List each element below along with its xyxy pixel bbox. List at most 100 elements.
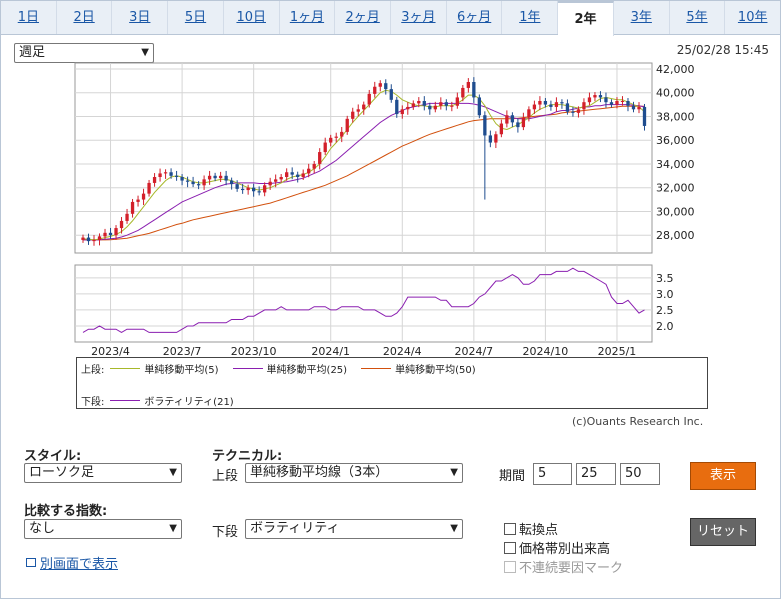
candle-body: [615, 101, 619, 105]
price-tick-label: 28,000: [656, 229, 695, 242]
candle-body: [268, 181, 272, 186]
volatility-tick-label: 2.0: [656, 320, 674, 333]
candle-body: [433, 105, 437, 110]
candle-body: [174, 175, 179, 177]
candle-body: [345, 118, 349, 132]
candle-body: [158, 173, 162, 177]
upper-technical-value: 単純移動平均線（3本）: [250, 465, 389, 480]
price-tick-label: 34,000: [656, 158, 695, 171]
copyright: (c)Ouants Research Inc.: [572, 415, 704, 428]
candle-body: [97, 236, 102, 240]
price-tick-label: 40,000: [656, 87, 695, 100]
candle-body: [301, 173, 305, 177]
candle-body: [538, 101, 542, 105]
legend-upper-row: 上段: 単純移動平均(5) 単純移動平均(25) 単純移動平均(50): [81, 361, 476, 376]
candle-body: [257, 191, 261, 193]
candle-body: [565, 103, 570, 112]
candle-body: [466, 82, 470, 88]
reset-button[interactable]: リセット: [690, 518, 756, 546]
candle-body: [604, 97, 608, 103]
candle-body: [119, 220, 124, 229]
candle-body: [103, 232, 107, 237]
legend-volatility-line: [110, 400, 141, 401]
candle-body: [180, 177, 184, 181]
candle-body: [626, 101, 630, 106]
candle-body: [642, 106, 647, 126]
candle-body: [417, 101, 421, 104]
candle-body: [213, 175, 217, 179]
upper-label: 上段: [212, 469, 239, 484]
candle-body: [373, 86, 377, 94]
volatility-panel: [74, 264, 653, 343]
candle-body: [367, 93, 371, 105]
candle-body: [510, 115, 515, 123]
candle-body: [549, 104, 553, 107]
volume-by-price-checkbox[interactable]: 価格帯別出来高: [504, 538, 610, 557]
style-select[interactable]: ローソク足 ▼: [24, 463, 182, 483]
candle-body: [246, 187, 250, 191]
candle-body: [598, 95, 603, 98]
candle-body: [191, 181, 195, 185]
compare-select[interactable]: なし ▼: [24, 519, 182, 539]
candle-body: [587, 97, 592, 103]
volatility-tick-label: 2.5: [656, 304, 674, 317]
candle-body: [125, 213, 129, 221]
candle-body: [576, 109, 581, 113]
candle-body: [318, 152, 322, 164]
turning-point-label: 転換点: [519, 523, 559, 538]
lower-technical-select[interactable]: ボラティリティ ▼: [245, 519, 463, 539]
candle-body: [307, 168, 311, 174]
chevron-down-icon: ▼: [169, 523, 177, 534]
candle-body: [455, 97, 459, 106]
legend-lower-prefix: 下段:: [81, 397, 105, 408]
candle-body: [334, 136, 338, 138]
period-input-2[interactable]: 25: [576, 463, 616, 485]
checkbox-icon: [504, 560, 516, 573]
candle-body: [554, 102, 559, 107]
candle-body: [169, 172, 173, 176]
candle-body: [395, 99, 399, 115]
candle-body: [516, 122, 520, 128]
price-panel: [74, 62, 653, 254]
period-input-1[interactable]: 5: [533, 463, 572, 485]
turning-point-checkbox[interactable]: 転換点: [504, 519, 558, 538]
separate-window-link[interactable]: 別画面で表示: [26, 553, 118, 572]
candle-body: [229, 180, 234, 185]
candle-body: [114, 228, 118, 236]
candle-body: [483, 115, 487, 136]
candle-body: [92, 239, 96, 242]
candle-body: [263, 185, 267, 193]
show-button[interactable]: 表示: [690, 462, 756, 490]
candle-body: [290, 172, 294, 175]
candle-body: [147, 182, 151, 194]
candle-body: [527, 109, 531, 118]
candle-body: [488, 135, 493, 143]
candle-body: [152, 177, 157, 183]
candle-body: [477, 97, 482, 116]
discontinuity-mark-checkbox: 不連続要因マーク: [504, 557, 623, 576]
volume-by-price-label: 価格帯別出来高: [519, 542, 611, 557]
price-tick-label: 42,000: [656, 63, 695, 76]
candle-body: [81, 237, 85, 240]
checkbox-icon: [504, 522, 516, 535]
price-tick-label: 32,000: [656, 182, 695, 195]
candle-body: [108, 232, 113, 236]
candle-body: [378, 83, 382, 87]
candle-body: [593, 95, 597, 98]
candle-body: [196, 184, 201, 186]
price-tick-label: 30,000: [656, 205, 695, 218]
separate-window-label: 別画面で表示: [40, 557, 119, 572]
volatility-tick-label: 3.5: [656, 272, 674, 285]
candle-body: [444, 102, 448, 106]
candle-body: [356, 109, 360, 112]
legend-lower-row: 下段: ボラティリティ(21): [81, 393, 234, 408]
lower-technical-value: ボラティリティ: [250, 521, 340, 536]
legend-ma50-label: 単純移動平均(50): [395, 365, 476, 376]
checkbox-icon: [504, 541, 516, 554]
upper-technical-select[interactable]: 単純移動平均線（3本） ▼: [245, 463, 463, 483]
candle-body: [543, 101, 548, 105]
candle-body: [505, 115, 509, 124]
period-input-3[interactable]: 50: [620, 463, 660, 485]
chevron-down-icon: ▼: [450, 467, 458, 478]
candle-body: [296, 174, 300, 177]
